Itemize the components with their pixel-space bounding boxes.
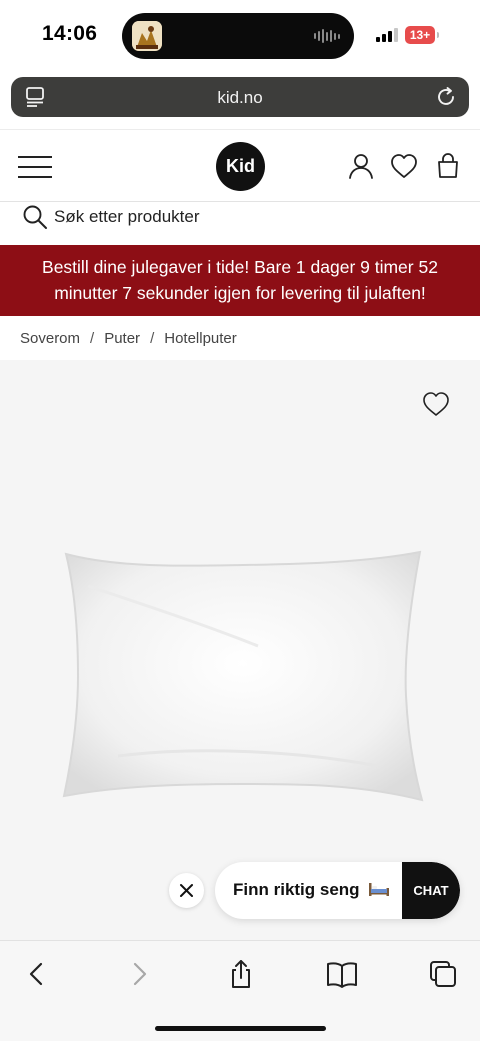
- promo-banner: Bestill dine julegaver i tide! Bare 1 da…: [0, 245, 480, 316]
- close-icon: [180, 884, 193, 897]
- chat-prompt[interactable]: Finn riktig seng: [233, 880, 390, 900]
- battery-icon: 13+: [405, 26, 439, 44]
- breadcrumb-separator: /: [150, 329, 155, 347]
- share-icon[interactable]: [226, 959, 256, 989]
- pillow-image: [62, 550, 424, 802]
- chat-close-button[interactable]: [169, 873, 204, 908]
- breadcrumb: Soverom / Puter / Hotellputer: [0, 316, 480, 360]
- home-indicator[interactable]: [155, 1026, 326, 1031]
- reload-icon[interactable]: [435, 86, 457, 108]
- breadcrumb-item-puter[interactable]: Puter: [104, 330, 140, 347]
- audio-waveform-icon: [314, 28, 340, 44]
- breadcrumb-separator: /: [90, 329, 95, 347]
- search-bar: [0, 202, 480, 245]
- dynamic-island[interactable]: [122, 13, 354, 59]
- status-bar: 14:06 13+: [0, 0, 480, 72]
- chat-button[interactable]: CHAT: [402, 862, 460, 919]
- url-field[interactable]: kid.no: [11, 77, 469, 117]
- browser-toolbar: [0, 940, 480, 1041]
- shopping-bag-icon[interactable]: [436, 152, 460, 180]
- now-playing-thumbnail[interactable]: [132, 21, 162, 51]
- hamburger-menu-icon[interactable]: [18, 156, 52, 178]
- bookmarks-icon[interactable]: [326, 959, 358, 989]
- account-icon[interactable]: [347, 152, 375, 180]
- breadcrumb-item-soverom[interactable]: Soverom: [20, 330, 80, 347]
- wishlist-heart-icon[interactable]: [389, 152, 419, 180]
- cellular-signal-icon: [376, 28, 398, 42]
- chat-prompt-text: Finn riktig seng: [233, 880, 360, 899]
- site-header: Kid: [0, 129, 480, 202]
- back-icon[interactable]: [22, 959, 52, 989]
- search-input[interactable]: [54, 204, 454, 230]
- product-image-gallery[interactable]: [0, 360, 480, 940]
- search-icon[interactable]: [22, 204, 48, 230]
- tabs-icon[interactable]: [428, 959, 458, 989]
- promo-countdown-text: Bestill dine julegaver i tide! Bare 1 da…: [42, 257, 438, 303]
- breadcrumb-item-hotellputer[interactable]: Hotellputer: [164, 330, 237, 347]
- forward-icon[interactable]: [124, 959, 154, 989]
- chat-widget[interactable]: Finn riktig seng CHAT: [215, 862, 460, 919]
- browser-address-bar: kid.no: [0, 72, 480, 129]
- bed-emoji-icon: [369, 883, 390, 896]
- kid-logo[interactable]: Kid: [216, 142, 265, 191]
- status-time: 14:06: [42, 22, 98, 45]
- heart-outline-icon[interactable]: [421, 390, 451, 418]
- url-text: kid.no: [217, 88, 263, 107]
